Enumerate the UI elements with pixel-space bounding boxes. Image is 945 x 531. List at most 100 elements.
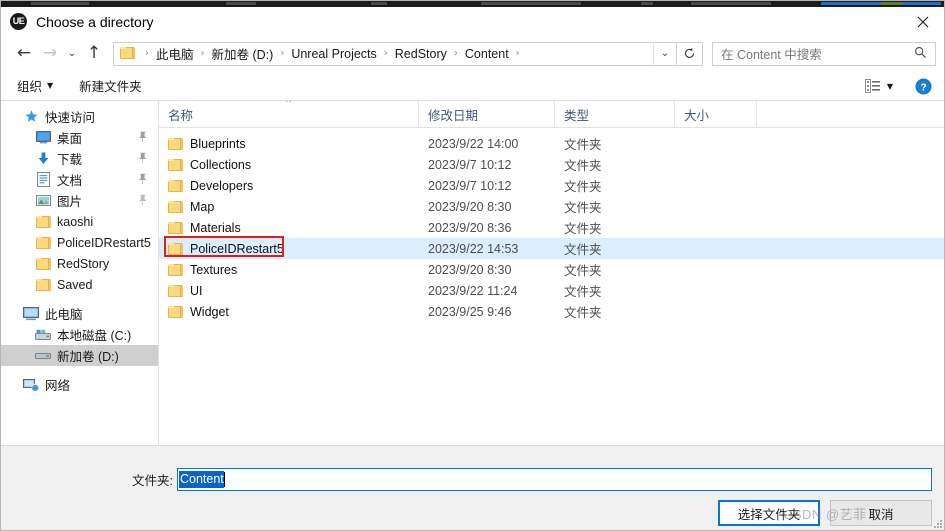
help-button[interactable]: ? bbox=[915, 78, 932, 95]
cancel-button[interactable]: 取消 bbox=[830, 500, 932, 526]
chevron-down-icon: ⌄ bbox=[660, 48, 670, 59]
up-arrow-icon: ↑ bbox=[86, 43, 102, 63]
breadcrumb-item-3[interactable]: RedStory bbox=[393, 47, 449, 61]
command-bar-right: ▼ ? bbox=[859, 71, 944, 101]
search-input[interactable]: 在 Content 中搜索 bbox=[713, 44, 914, 63]
file-name-cell: Widget bbox=[159, 305, 419, 319]
desktop-icon bbox=[35, 130, 51, 146]
sidebar-item-label: 图片 bbox=[57, 195, 83, 209]
file-type: 文件夹 bbox=[564, 138, 602, 152]
sidebar-item-quick-access[interactable]: 快速访问 bbox=[1, 106, 158, 127]
table-row[interactable]: Widget 2023/9/25 9:46 文件夹 bbox=[159, 301, 944, 322]
view-options-icon bbox=[864, 79, 880, 93]
window-title: Choose a directory bbox=[36, 13, 154, 30]
back-button[interactable]: ← bbox=[11, 41, 37, 67]
organize-button[interactable]: 组织 ▼ bbox=[11, 73, 59, 98]
sidebar-item-documents[interactable]: 文档 bbox=[1, 169, 158, 190]
folder-icon bbox=[168, 158, 183, 171]
this-pc-icon bbox=[23, 306, 39, 322]
file-name-cell: UI bbox=[159, 284, 419, 298]
refresh-button[interactable] bbox=[677, 41, 703, 66]
folder-icon bbox=[168, 221, 183, 234]
file-type: 文件夹 bbox=[564, 222, 602, 236]
sidebar-item-pictures[interactable]: 图片 bbox=[1, 190, 158, 211]
sidebar-item-desktop[interactable]: 桌面 bbox=[1, 127, 158, 148]
table-row[interactable]: Map 2023/9/20 8:30 文件夹 bbox=[159, 196, 944, 217]
column-header-date[interactable]: 修改日期 bbox=[419, 101, 555, 128]
breadcrumb-item-0[interactable]: 此电脑 bbox=[154, 44, 196, 63]
close-button[interactable] bbox=[900, 7, 944, 36]
breadcrumb-item-1[interactable]: 新加卷 (D:) bbox=[210, 44, 276, 63]
star-icon bbox=[23, 109, 39, 125]
forward-button[interactable]: → bbox=[37, 41, 63, 67]
file-type: 文件夹 bbox=[564, 306, 602, 320]
breadcrumb-item-4[interactable]: Content bbox=[463, 47, 511, 61]
text-caret bbox=[223, 472, 225, 487]
sidebar-item-policeidrestart5[interactable]: PoliceIDRestart5 bbox=[1, 232, 158, 253]
pin-icon[interactable] bbox=[137, 152, 148, 167]
sidebar-item-new-volume-d[interactable]: 新加卷 (D:) bbox=[1, 345, 158, 366]
file-type: 文件夹 bbox=[564, 201, 602, 215]
sidebar-item-label: 桌面 bbox=[57, 132, 83, 146]
file-type: 文件夹 bbox=[564, 264, 602, 278]
title-bar: UE Choose a directory bbox=[1, 7, 944, 36]
address-bar[interactable]: › 此电脑 › 新加卷 (D:) › Unreal Projects › Red… bbox=[113, 41, 677, 66]
refresh-icon bbox=[685, 47, 695, 58]
table-row-selected[interactable]: PoliceIDRestart5 2023/9/22 14:53 文件夹 bbox=[159, 236, 944, 259]
column-header-type[interactable]: 类型 bbox=[555, 101, 675, 128]
file-name: Map bbox=[190, 199, 215, 214]
file-name: Widget bbox=[190, 304, 229, 319]
table-row[interactable]: UI 2023/9/22 11:24 文件夹 bbox=[159, 280, 944, 301]
sidebar-item-label: 快速访问 bbox=[45, 111, 96, 125]
table-row[interactable]: Textures 2023/9/20 8:30 文件夹 bbox=[159, 259, 944, 280]
file-list-pane: ^ 名称 修改日期 类型 大小 Blueprints 2023/9/22 14:… bbox=[159, 101, 944, 445]
view-options-button[interactable]: ▼ bbox=[859, 76, 899, 96]
pin-icon[interactable] bbox=[137, 173, 148, 188]
file-name: Collections bbox=[190, 157, 252, 172]
table-row[interactable]: Developers 2023/9/7 10:12 文件夹 bbox=[159, 175, 944, 196]
recent-locations-button[interactable]: ⌄ bbox=[63, 41, 81, 67]
new-folder-button[interactable]: 新建文件夹 bbox=[73, 73, 148, 98]
column-header-name[interactable]: ^ 名称 bbox=[159, 101, 419, 128]
file-date: 2023/9/22 14:00 bbox=[428, 136, 519, 151]
file-name: PoliceIDRestart5 bbox=[190, 241, 284, 256]
table-row[interactable]: Materials 2023/9/20 8:36 文件夹 bbox=[159, 217, 944, 238]
sidebar-item-redstory[interactable]: RedStory bbox=[1, 253, 158, 274]
sidebar-item-label: kaoshi bbox=[57, 214, 94, 229]
up-button[interactable]: ↑ bbox=[81, 41, 107, 67]
hard-drive-icon bbox=[35, 327, 51, 343]
search-box[interactable]: 在 Content 中搜索 bbox=[712, 41, 936, 66]
table-row[interactable]: Collections 2023/9/7 10:12 文件夹 bbox=[159, 154, 944, 175]
choose-directory-dialog: UE Choose a directory ← → ⌄ ↑ › 此电脑 › 新加… bbox=[0, 0, 945, 531]
folder-icon bbox=[168, 179, 183, 192]
pin-icon[interactable] bbox=[137, 131, 148, 146]
sidebar-item-network[interactable]: 网络 bbox=[1, 374, 158, 395]
file-date: 2023/9/20 8:30 bbox=[428, 199, 512, 214]
file-name-cell: Map bbox=[159, 200, 419, 214]
file-date: 2023/9/7 10:12 bbox=[428, 157, 512, 172]
breadcrumb-item-2[interactable]: Unreal Projects bbox=[289, 47, 378, 61]
folder-icon bbox=[168, 284, 183, 297]
pin-icon[interactable] bbox=[137, 194, 148, 209]
folder-icon bbox=[168, 200, 183, 213]
folder-icon bbox=[35, 256, 51, 272]
resize-grip[interactable] bbox=[933, 519, 943, 529]
chevron-down-icon: ▼ bbox=[47, 81, 54, 90]
sidebar-item-this-pc[interactable]: 此电脑 bbox=[1, 303, 158, 324]
address-dropdown-button[interactable]: ⌄ bbox=[653, 42, 676, 65]
column-header-label: 大小 bbox=[684, 108, 710, 123]
select-folder-button[interactable]: 选择文件夹 bbox=[718, 500, 820, 526]
sidebar-item-local-disk-c[interactable]: 本地磁盘 (C:) bbox=[1, 324, 158, 345]
sidebar-item-downloads[interactable]: 下载 bbox=[1, 148, 158, 169]
file-name-cell: PoliceIDRestart5 bbox=[159, 236, 419, 257]
sidebar-item-saved[interactable]: Saved bbox=[1, 274, 158, 295]
chevron-down-icon: ⌄ bbox=[67, 48, 77, 59]
file-date: 2023/9/25 9:46 bbox=[428, 304, 512, 319]
table-row[interactable]: Blueprints 2023/9/22 14:00 文件夹 bbox=[159, 133, 944, 154]
file-type: 文件夹 bbox=[564, 180, 602, 194]
breadcrumb-separator: › bbox=[280, 48, 285, 59]
pictures-icon bbox=[35, 193, 51, 209]
sidebar-item-kaoshi[interactable]: kaoshi bbox=[1, 211, 158, 232]
folder-name-input[interactable]: Content bbox=[177, 468, 932, 491]
column-header-size[interactable]: 大小 bbox=[675, 101, 757, 128]
